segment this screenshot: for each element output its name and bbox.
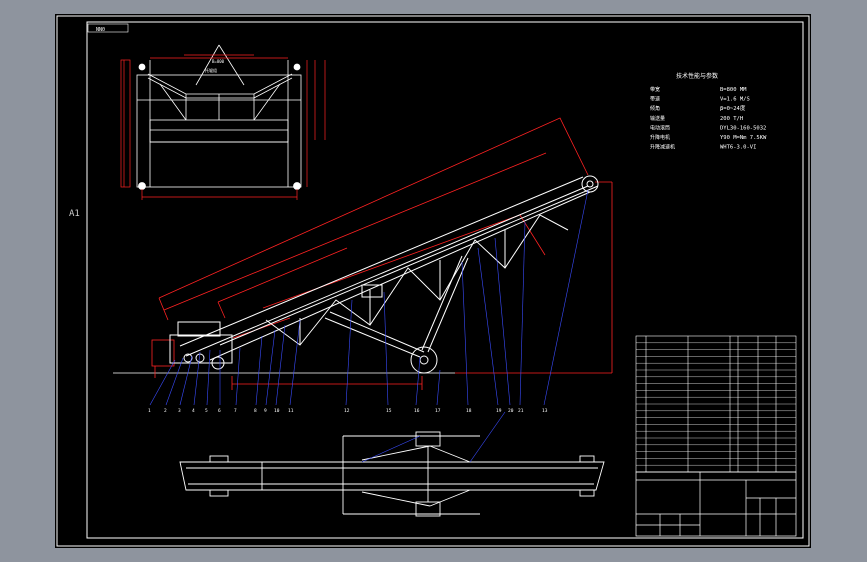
- top-left-tag-box: [87, 23, 129, 33]
- balloon-number: 1: [148, 408, 151, 414]
- top-left-tag: NN0: [96, 27, 105, 33]
- balloon-number: 7: [234, 408, 237, 414]
- sheet-outer-border: [56, 15, 810, 547]
- conveyor-drawing: NN0 A1 B=800 托辊组 1 2 3 4 5 6 7 8 9 10 11…: [56, 15, 810, 547]
- balloon-number: 9: [264, 408, 267, 414]
- bom-rows: [636, 342, 796, 473]
- spec-value: WHT6-3.0-VI: [720, 145, 756, 151]
- spec-value: DYL30-160-5032: [720, 125, 766, 131]
- balloon-number: 19: [496, 408, 502, 414]
- cad-viewport: NN0 A1 B=800 托辊组 1 2 3 4 5 6 7 8 9 10 11…: [0, 0, 867, 562]
- balloon-number: 17: [435, 408, 441, 414]
- cross-section-view: [136, 44, 302, 190]
- spec-value: B=800 MM: [720, 87, 747, 93]
- balloon-number: 21: [518, 408, 524, 414]
- balloon-number: 3: [178, 408, 181, 414]
- spec-label: 输送量: [650, 115, 665, 122]
- spec-value: 200 T/H: [720, 116, 743, 122]
- spec-value: Y90 M=Nm 7.5KW: [720, 135, 767, 141]
- spec-label: 带速: [650, 97, 660, 103]
- sheet-inner-border: [86, 21, 804, 539]
- balloon-number: 6: [218, 408, 221, 414]
- balloon-number: 4: [192, 408, 195, 414]
- balloon-number: 11: [288, 408, 294, 414]
- sheet-size-label: A1: [69, 209, 80, 219]
- plan-view: [179, 431, 605, 517]
- plan-view-leaders: [361, 411, 506, 463]
- boom-dimensions: [151, 117, 613, 390]
- balloon-numbers: 1 2 3 4 5 6 7 8 9 10 11 12 15 16 17 18 19 20 21 13: [148, 408, 548, 414]
- balloon-number: 16: [414, 408, 420, 414]
- balloon-number: 10: [274, 408, 280, 414]
- spec-table: 带宽 B=800 MM 带速 V=1.6 M/S 倾角 β=0~24度输送量 200 T/H…: [650, 86, 767, 151]
- spec-label: 升降减速机: [650, 144, 675, 151]
- spec-heading: 技术性能与参数: [676, 72, 718, 80]
- boom-truss: [169, 175, 599, 374]
- balloon-number: 18: [466, 408, 472, 414]
- spec-label: 倾角: [650, 105, 660, 112]
- spec-label: 电动滚筒: [650, 124, 670, 131]
- balloon-number: 5: [205, 408, 208, 414]
- balloon-number: 8: [254, 408, 257, 414]
- title-block: [635, 471, 797, 537]
- balloon-number: 13: [542, 408, 548, 414]
- balloon-number: 20: [508, 408, 514, 414]
- cross-section-label-top: B=800: [212, 59, 225, 64]
- spec-label: 升降电机: [650, 134, 670, 141]
- spec-label: 带宽: [650, 86, 660, 93]
- cross-section-label-sub: 托辊组: [205, 67, 217, 73]
- balloon-number: 2: [164, 408, 167, 414]
- spec-value: β=0~24度: [720, 104, 746, 112]
- balloon-number: 12: [344, 408, 350, 414]
- spec-value: V=1.6 M/S: [720, 97, 750, 103]
- balloon-number: 15: [386, 408, 392, 414]
- cross-section-dimensions: [120, 54, 326, 200]
- drawing-sheet: NN0 A1 B=800 托辊组 1 2 3 4 5 6 7 8 9 10 11…: [55, 14, 811, 548]
